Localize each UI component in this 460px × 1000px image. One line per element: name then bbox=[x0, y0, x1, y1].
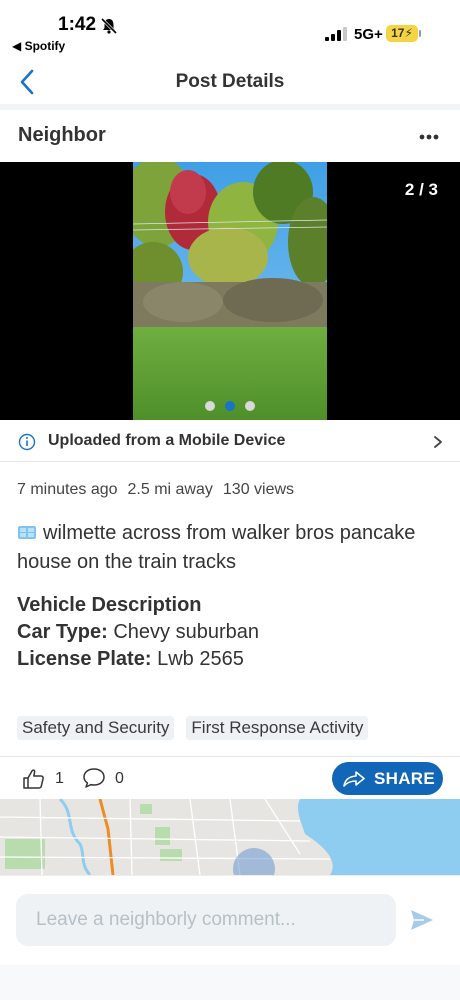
post-author[interactable]: Neighbor bbox=[18, 124, 106, 147]
more-options-icon[interactable] bbox=[418, 127, 440, 147]
post-time: 7 minutes ago bbox=[17, 481, 118, 498]
share-label: SHARE bbox=[374, 769, 436, 788]
comment-bubble-icon[interactable] bbox=[82, 767, 106, 789]
carousel-dots bbox=[0, 398, 460, 416]
uploaded-from-label: Uploaded from a Mobile Device bbox=[48, 432, 286, 449]
carousel-dot[interactable] bbox=[205, 401, 215, 411]
chevron-right-icon bbox=[434, 436, 442, 448]
charging-bolt-icon: ⚡ bbox=[404, 26, 413, 40]
send-icon[interactable] bbox=[410, 909, 434, 931]
like-count: 1 bbox=[55, 770, 64, 787]
tag-safety[interactable]: Safety and Security bbox=[17, 716, 175, 740]
comment-count: 0 bbox=[115, 770, 124, 787]
license-plate-label: License Plate: bbox=[17, 648, 152, 670]
car-type-label: Car Type: bbox=[17, 621, 108, 643]
car-type-value: Chevy suburban bbox=[113, 621, 259, 643]
post-photo bbox=[133, 162, 327, 420]
status-bar: 1:42 ◀ Spotify 5G+ 17⚡ bbox=[0, 0, 460, 56]
carousel-dot-active[interactable] bbox=[225, 401, 235, 411]
license-plate-value: Lwb 2565 bbox=[157, 648, 244, 670]
uploaded-from-row[interactable]: Uploaded from a Mobile Device bbox=[0, 422, 460, 462]
post-body-text: wilmette across from walker bros pancake… bbox=[17, 522, 416, 573]
tag-first-response[interactable]: First Response Activity bbox=[186, 716, 369, 740]
vehicle-heading: Vehicle Description bbox=[17, 594, 202, 616]
share-arrow-icon bbox=[343, 771, 365, 787]
photo-carousel[interactable]: 2 / 3 bbox=[0, 162, 460, 420]
page-title: Post Details bbox=[175, 71, 285, 92]
bell-muted-icon bbox=[100, 17, 118, 35]
battery-tip bbox=[419, 30, 421, 37]
battery-indicator: 17⚡ bbox=[386, 25, 418, 42]
post-actions: 1 0 SHARE bbox=[0, 756, 460, 800]
post-meta: 7 minutes ago 2.5 mi away 130 views bbox=[17, 481, 304, 499]
vehicle-description: Vehicle Description Car Type: Chevy subu… bbox=[17, 592, 259, 673]
location-map[interactable] bbox=[0, 799, 460, 875]
photo-counter: 2 / 3 bbox=[404, 180, 438, 199]
bottom-strip bbox=[0, 965, 460, 1000]
carousel-dot[interactable] bbox=[245, 401, 255, 411]
battery-level: 17 bbox=[391, 26, 405, 40]
post-body: wilmette across from walker bros pancake… bbox=[17, 519, 437, 577]
cell-signal-icon bbox=[325, 27, 347, 41]
post-distance: 2.5 mi away bbox=[127, 481, 213, 498]
divider bbox=[0, 104, 460, 110]
back-to-app-link[interactable]: ◀ Spotify bbox=[12, 39, 65, 53]
ice-cube-icon bbox=[18, 526, 36, 539]
share-button[interactable]: SHARE bbox=[332, 762, 443, 795]
comment-bar bbox=[0, 875, 460, 965]
nav-bar: Post Details bbox=[0, 60, 460, 104]
info-icon bbox=[18, 433, 36, 451]
post-tags: Safety and Security First Response Activi… bbox=[17, 716, 380, 740]
post-views: 130 views bbox=[222, 481, 295, 498]
status-time: 1:42 bbox=[58, 14, 97, 35]
network-type: 5G+ bbox=[354, 26, 383, 43]
comment-input[interactable] bbox=[16, 894, 396, 946]
thumbs-up-icon[interactable] bbox=[22, 768, 46, 790]
